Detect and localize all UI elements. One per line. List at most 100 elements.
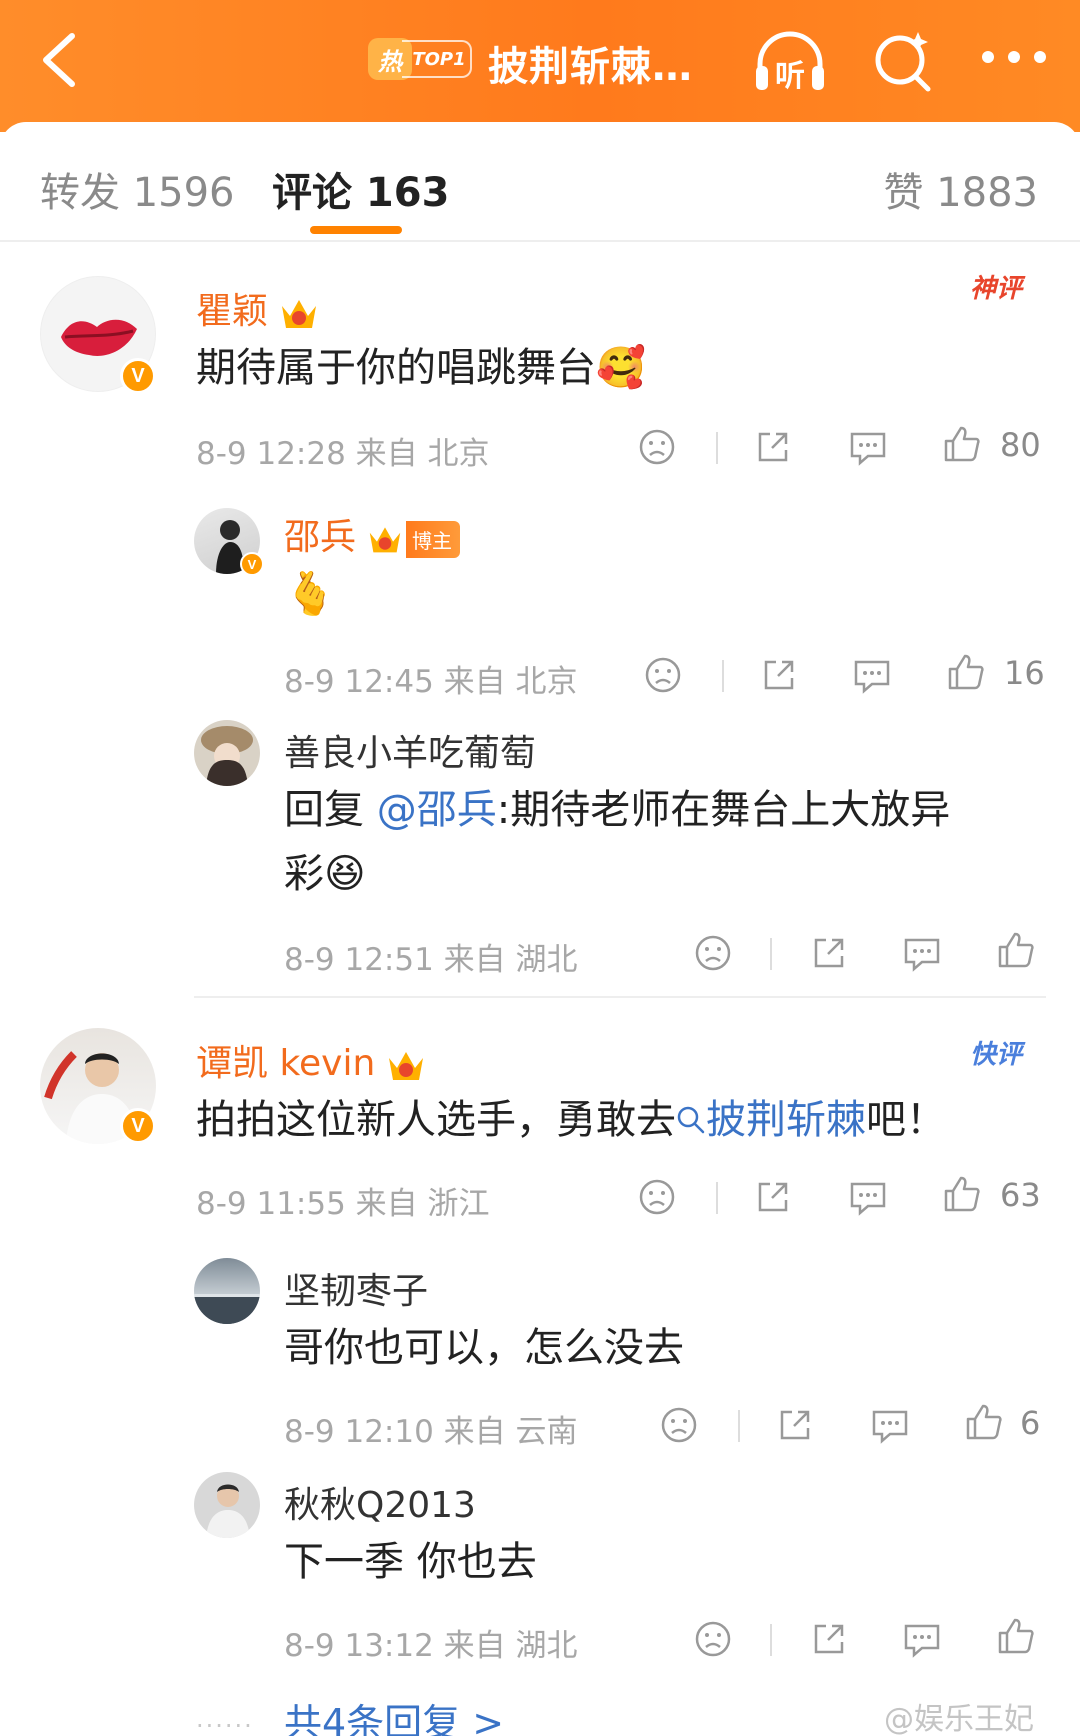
avatar[interactable] <box>194 720 260 786</box>
reply-text: 回复 @邵兵:期待老师在舞台上大放异 <box>284 780 950 840</box>
avatar[interactable] <box>194 1258 260 1324</box>
reply-icon[interactable] <box>848 1180 888 1216</box>
mention-link[interactable]: @邵兵 <box>377 787 497 833</box>
dislike-icon[interactable] <box>660 1406 698 1444</box>
headphones-listen-icon: 听 <box>756 31 824 94</box>
active-tab-indicator <box>310 226 402 234</box>
vip-crown-icon <box>282 300 317 328</box>
comment-meta: 8-9 12:28 来自 北京 <box>196 436 490 472</box>
dislike-icon[interactable] <box>638 428 676 466</box>
reply-text: 下一季 你也去 <box>284 1539 537 1585</box>
fast-comment-badge: 快评 <box>970 1040 1023 1070</box>
hot-comment-badge: 神评 <box>970 274 1023 304</box>
search-sparkle-icon <box>875 32 931 92</box>
back-button[interactable] <box>30 28 90 92</box>
reply-meta: 8-9 12:45 来自 北京 <box>284 664 578 700</box>
dislike-icon[interactable] <box>694 934 732 972</box>
comment-body: 拍拍这位新人选手，勇敢去 <box>196 1097 676 1143</box>
like-icon[interactable] <box>964 1402 1004 1442</box>
like-icon[interactable] <box>942 1174 982 1214</box>
comment-username[interactable]: 谭凯 kevin <box>196 1034 427 1086</box>
man-avatar-image <box>206 1484 250 1538</box>
separator <box>716 1182 718 1214</box>
reply-text: 🫰 <box>284 569 337 618</box>
like-count: 63 <box>1000 1176 1041 1214</box>
reply-username[interactable]: 邵兵 博主 <box>284 508 461 560</box>
vip-crown-icon <box>389 1052 424 1080</box>
more-replies-link[interactable]: 共4条回复 > <box>284 1692 504 1736</box>
reply-username[interactable]: 坚韧枣子 <box>284 1262 428 1314</box>
tab-like[interactable]: 赞 1883 <box>883 160 1038 218</box>
separator <box>770 1624 772 1656</box>
share-icon[interactable] <box>810 1620 848 1658</box>
comment-meta: 8-9 11:55 来自 浙江 <box>196 1186 490 1222</box>
reply-text-continued: 彩😆 <box>284 844 366 904</box>
reply-username[interactable]: 秋秋Q2013 <box>284 1476 476 1528</box>
tab-bar: 转发 1596 评论 163 赞 1883 <box>0 122 1080 242</box>
reply-icon[interactable] <box>848 430 888 466</box>
dislike-icon[interactable] <box>694 1620 732 1658</box>
share-icon[interactable] <box>754 1178 792 1216</box>
like-count: 6 <box>1020 1404 1041 1442</box>
separator <box>722 660 724 692</box>
comment-body: 期待属于你的唱跳舞台 <box>196 345 596 391</box>
comment-username[interactable]: 瞿颖 <box>196 282 320 334</box>
tab-comment[interactable]: 评论 163 <box>272 160 449 218</box>
comment-body-end: 吧！ <box>866 1097 946 1143</box>
verified-badge-icon: V <box>240 552 264 576</box>
reply-icon[interactable] <box>902 936 942 972</box>
listen-label: 听 <box>775 59 805 94</box>
more-button[interactable] <box>978 42 1050 72</box>
tab-repost[interactable]: 转发 1596 <box>40 160 235 218</box>
like-icon[interactable] <box>996 930 1036 970</box>
topic-title[interactable]: 披荆斩棘… <box>488 34 693 92</box>
topic-link[interactable]: 披荆斩棘 <box>676 1097 866 1143</box>
search-icon <box>677 1106 705 1134</box>
like-icon[interactable] <box>942 424 982 464</box>
share-icon[interactable] <box>760 656 798 694</box>
separator <box>770 938 772 970</box>
search-button[interactable] <box>868 26 940 98</box>
chevron-left-icon <box>43 33 75 87</box>
girl-with-hat-avatar-image <box>201 726 253 786</box>
reply-text: 哥你也可以，怎么没去 <box>284 1325 684 1371</box>
avatar[interactable] <box>194 1472 260 1538</box>
vip-crown-icon <box>369 527 401 553</box>
like-icon[interactable] <box>996 1616 1036 1656</box>
hot-rank-label: TOP1 <box>402 40 472 78</box>
like-icon[interactable] <box>946 652 986 692</box>
reply-body-line2: 彩 <box>284 851 324 897</box>
reply-icon[interactable] <box>902 1622 942 1658</box>
more-dots-icon <box>982 51 1046 63</box>
comment-text: 期待属于你的唱跳舞台🥰 <box>196 338 646 398</box>
share-icon[interactable] <box>754 428 792 466</box>
blogger-tag: 博主 <box>406 520 461 558</box>
reply-meta: 8-9 13:12 来自 湖北 <box>284 1628 578 1664</box>
comment-text: 拍拍这位新人选手，勇敢去 披荆斩棘吧！ <box>196 1090 946 1150</box>
hot-rank-badge[interactable]: 热 TOP1 <box>368 36 472 82</box>
dislike-icon[interactable] <box>644 656 682 694</box>
reply-icon[interactable] <box>852 658 892 694</box>
dislike-icon[interactable] <box>638 1178 676 1216</box>
username-text: 谭凯 kevin <box>196 1043 376 1084</box>
more-dots-divider: ······ <box>196 1712 254 1736</box>
like-count: 16 <box>1004 654 1045 692</box>
emoji: 🥰 <box>596 345 646 391</box>
share-icon[interactable] <box>810 934 848 972</box>
reply-meta: 8-9 12:51 来自 湖北 <box>284 942 578 978</box>
reply-prefix: 回复 <box>284 787 377 833</box>
reply-username[interactable]: 善良小羊吃葡萄 <box>284 724 536 776</box>
username-text: 邵兵 <box>284 517 357 558</box>
share-icon[interactable] <box>776 1406 814 1444</box>
listen-button[interactable]: 听 <box>750 26 830 96</box>
reply-body-line1: :期待老师在舞台上大放异 <box>496 787 951 833</box>
verified-badge-icon: V <box>120 1108 156 1144</box>
reply-icon[interactable] <box>870 1408 910 1444</box>
reply-meta: 8-9 12:10 来自 云南 <box>284 1414 578 1450</box>
verified-badge-icon: V <box>120 358 156 394</box>
watermark: @娱乐王妃 <box>884 1702 1034 1736</box>
emoji: 😆 <box>324 851 366 897</box>
top-bar: 热 TOP1 披荆斩棘… 听 <box>0 0 1080 132</box>
separator <box>738 1410 740 1442</box>
like-count: 80 <box>1000 426 1041 464</box>
